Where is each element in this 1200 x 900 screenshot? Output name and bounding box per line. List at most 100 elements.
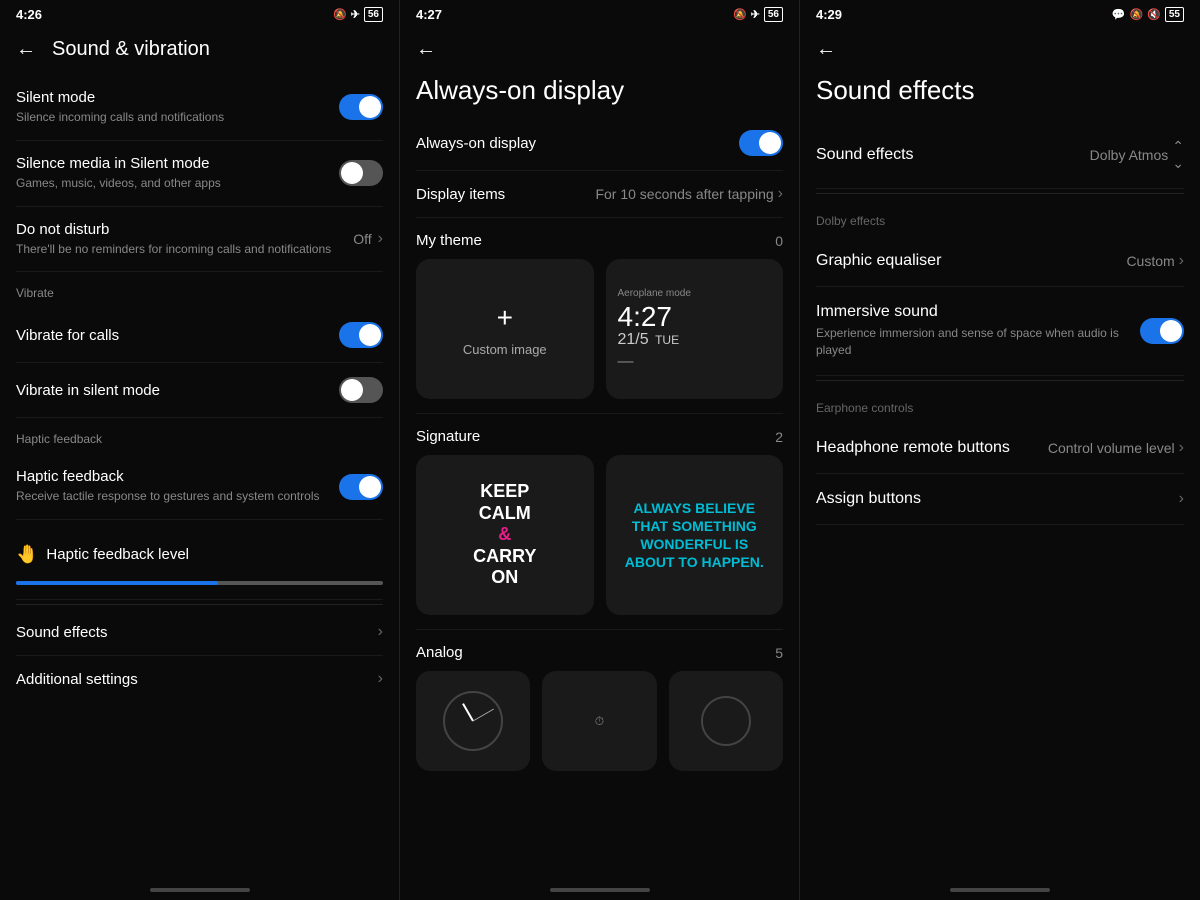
immersive-toggle[interactable]: [1140, 318, 1184, 344]
silent-mode-toggle[interactable]: [339, 94, 383, 120]
dnd-chevron: ›: [378, 230, 383, 248]
analog-card-2[interactable]: ⏱: [542, 671, 656, 771]
custom-image-card[interactable]: + Custom image: [416, 259, 594, 399]
minute-hand: [473, 709, 494, 722]
status-icons-1: 🔕 ✈ 56: [333, 7, 383, 22]
dnd-value: Off: [353, 231, 371, 247]
headphone-item[interactable]: Headphone remote buttons Control volume …: [816, 423, 1184, 474]
haptic-slider-track[interactable]: [16, 581, 383, 585]
sound-effects-value-row: Dolby Atmos ⌃⌄: [1090, 138, 1184, 172]
additional-chevron: ›: [378, 670, 383, 688]
dnd-text: Do not disturb There'll be no reminders …: [16, 221, 331, 258]
additional-settings-item[interactable]: Additional settings ›: [16, 656, 383, 702]
vibrate-silent-item: Vibrate in silent mode: [16, 363, 383, 418]
haptic-feedback-item: Haptic feedback Receive tactile response…: [16, 454, 383, 520]
haptic-toggle[interactable]: [339, 474, 383, 500]
sound-effects-item[interactable]: Sound effects ›: [16, 609, 383, 656]
aod-toggle[interactable]: [739, 130, 783, 156]
display-items-chevron: ›: [778, 185, 783, 203]
panel-sound-effects: 4:29 💬 🔕 🔇 55 ← Sound effects Sound effe…: [800, 0, 1200, 900]
analog-card-3[interactable]: [669, 671, 783, 771]
back-button-3[interactable]: ←: [816, 38, 836, 61]
battery-3: 55: [1165, 7, 1184, 22]
silence-media-item: Silence media in Silent mode Games, musi…: [16, 141, 383, 207]
graphic-eq-value: Custom: [1126, 253, 1174, 269]
vibrate-calls-label: Vibrate for calls: [16, 327, 119, 344]
status-bar-1: 4:26 🔕 ✈ 56: [0, 0, 399, 28]
mute-icon: 🔕: [333, 8, 347, 21]
haptic-level-label: Haptic feedback level: [46, 546, 189, 563]
status-icons-2: 🔕 ✈ 56: [733, 7, 783, 22]
back-button-2[interactable]: ←: [416, 38, 436, 61]
clock-time: 4:27: [618, 303, 772, 331]
sound-effects-chevron: ›: [378, 623, 383, 641]
clock-aero: Aeroplane mode: [618, 288, 772, 299]
analog-label: Analog: [416, 644, 463, 661]
theme-grid: + Custom image Aeroplane mode 4:27 21/5 …: [416, 259, 783, 399]
vibrate-calls-toggle[interactable]: [339, 322, 383, 348]
dnd-item[interactable]: Do not disturb There'll be no reminders …: [16, 207, 383, 273]
signature-count: 2: [775, 429, 783, 445]
status-icons-3: 💬 🔕 🔇 55: [1112, 7, 1184, 22]
back-button-1[interactable]: ←: [16, 38, 36, 61]
analog-clock-1: [443, 691, 503, 751]
clock-preview-card[interactable]: Aeroplane mode 4:27 21/5 TUE —: [606, 259, 784, 399]
additional-settings-label: Additional settings: [16, 671, 138, 688]
bottom-bar-3: [950, 888, 1050, 892]
immersive-label: Immersive sound: [816, 303, 1128, 321]
vibrate-silent-toggle[interactable]: [339, 377, 383, 403]
dolby-section: Dolby effects: [816, 198, 1184, 236]
status-bar-2: 4:27 🔕 ✈ 56: [400, 0, 799, 28]
analog-clock-3: [701, 696, 751, 746]
scroll-content-1: Silent mode Silence incoming calls and n…: [0, 75, 399, 880]
silent-mode-label: Silent mode: [16, 89, 224, 106]
sound-effects-main-item[interactable]: Sound effects Dolby Atmos ⌃⌄: [816, 122, 1184, 189]
immersive-sound-item: Immersive sound Experience immersion and…: [816, 287, 1184, 376]
panel-aod: 4:27 🔕 ✈ 56 ← Always-on display Always-o…: [400, 0, 800, 900]
haptic-label: Haptic feedback: [16, 468, 319, 485]
haptic-level-item: 🤚 Haptic feedback level: [16, 520, 383, 600]
clock-day: TUE: [655, 333, 679, 347]
headphone-value-row: Control volume level ›: [1048, 439, 1184, 457]
graphic-eq-item[interactable]: Graphic equaliser Custom ›: [816, 236, 1184, 287]
haptic-slider-fill: [16, 581, 218, 585]
analog-grid: ⏱: [416, 671, 783, 771]
aod-label: Always-on display: [416, 135, 536, 152]
assign-buttons-item[interactable]: Assign buttons ›: [816, 474, 1184, 525]
plus-icon: +: [497, 302, 513, 334]
believe-card[interactable]: ALWAYS BELIEVE THAT SOMETHING WONDERFUL …: [606, 455, 784, 615]
page-title-1: Sound & vibration: [52, 38, 210, 61]
headphone-chevron: ›: [1179, 439, 1184, 457]
assign-chevron: ›: [1179, 490, 1184, 508]
custom-image-label: Custom image: [463, 342, 547, 357]
my-theme-count: 0: [775, 233, 783, 249]
vol-icon: 🔇: [1147, 8, 1161, 21]
analog-card-1[interactable]: [416, 671, 530, 771]
analog-item: Analog 5 ⏱: [416, 630, 783, 785]
silence-media-sublabel: Games, music, videos, and other apps: [16, 175, 221, 192]
vibrate-silent-label: Vibrate in silent mode: [16, 382, 160, 399]
silence-media-label: Silence media in Silent mode: [16, 155, 221, 172]
clock-preview: Aeroplane mode 4:27 21/5 TUE —: [606, 276, 784, 383]
silence-media-toggle[interactable]: [339, 160, 383, 186]
believe-text: ALWAYS BELIEVE THAT SOMETHING WONDERFUL …: [606, 487, 784, 584]
immersive-text: Immersive sound Experience immersion and…: [816, 303, 1140, 359]
silence-media-text: Silence media in Silent mode Games, musi…: [16, 155, 221, 192]
silent-mode-sublabel: Silence incoming calls and notifications: [16, 109, 224, 126]
display-items-item[interactable]: Display items For 10 seconds after tappi…: [416, 171, 783, 218]
time-1: 4:26: [16, 7, 42, 22]
divider-2: [816, 380, 1184, 381]
panel-sound-vibration: 4:26 🔕 ✈ 56 ← Sound & vibration Silent m…: [0, 0, 400, 900]
clock-date: 21/5 TUE: [618, 331, 772, 349]
signature-label: Signature: [416, 428, 480, 445]
bottom-bar-1: [150, 888, 250, 892]
aod-toggle-item: Always-on display: [416, 116, 783, 171]
signature-grid: KEEP CALM & CARRY ON ALWAYS BELIEVE THAT…: [416, 455, 783, 615]
display-items-label: Display items: [416, 186, 505, 203]
keep-calm-card[interactable]: KEEP CALM & CARRY ON: [416, 455, 594, 615]
vibrate-section-label: Vibrate: [16, 272, 383, 308]
sound-effects-main-label: Sound effects: [816, 146, 914, 164]
battery-1: 56: [364, 7, 383, 22]
earphone-section: Earphone controls: [816, 385, 1184, 423]
haptic-text: Haptic feedback Receive tactile response…: [16, 468, 319, 505]
